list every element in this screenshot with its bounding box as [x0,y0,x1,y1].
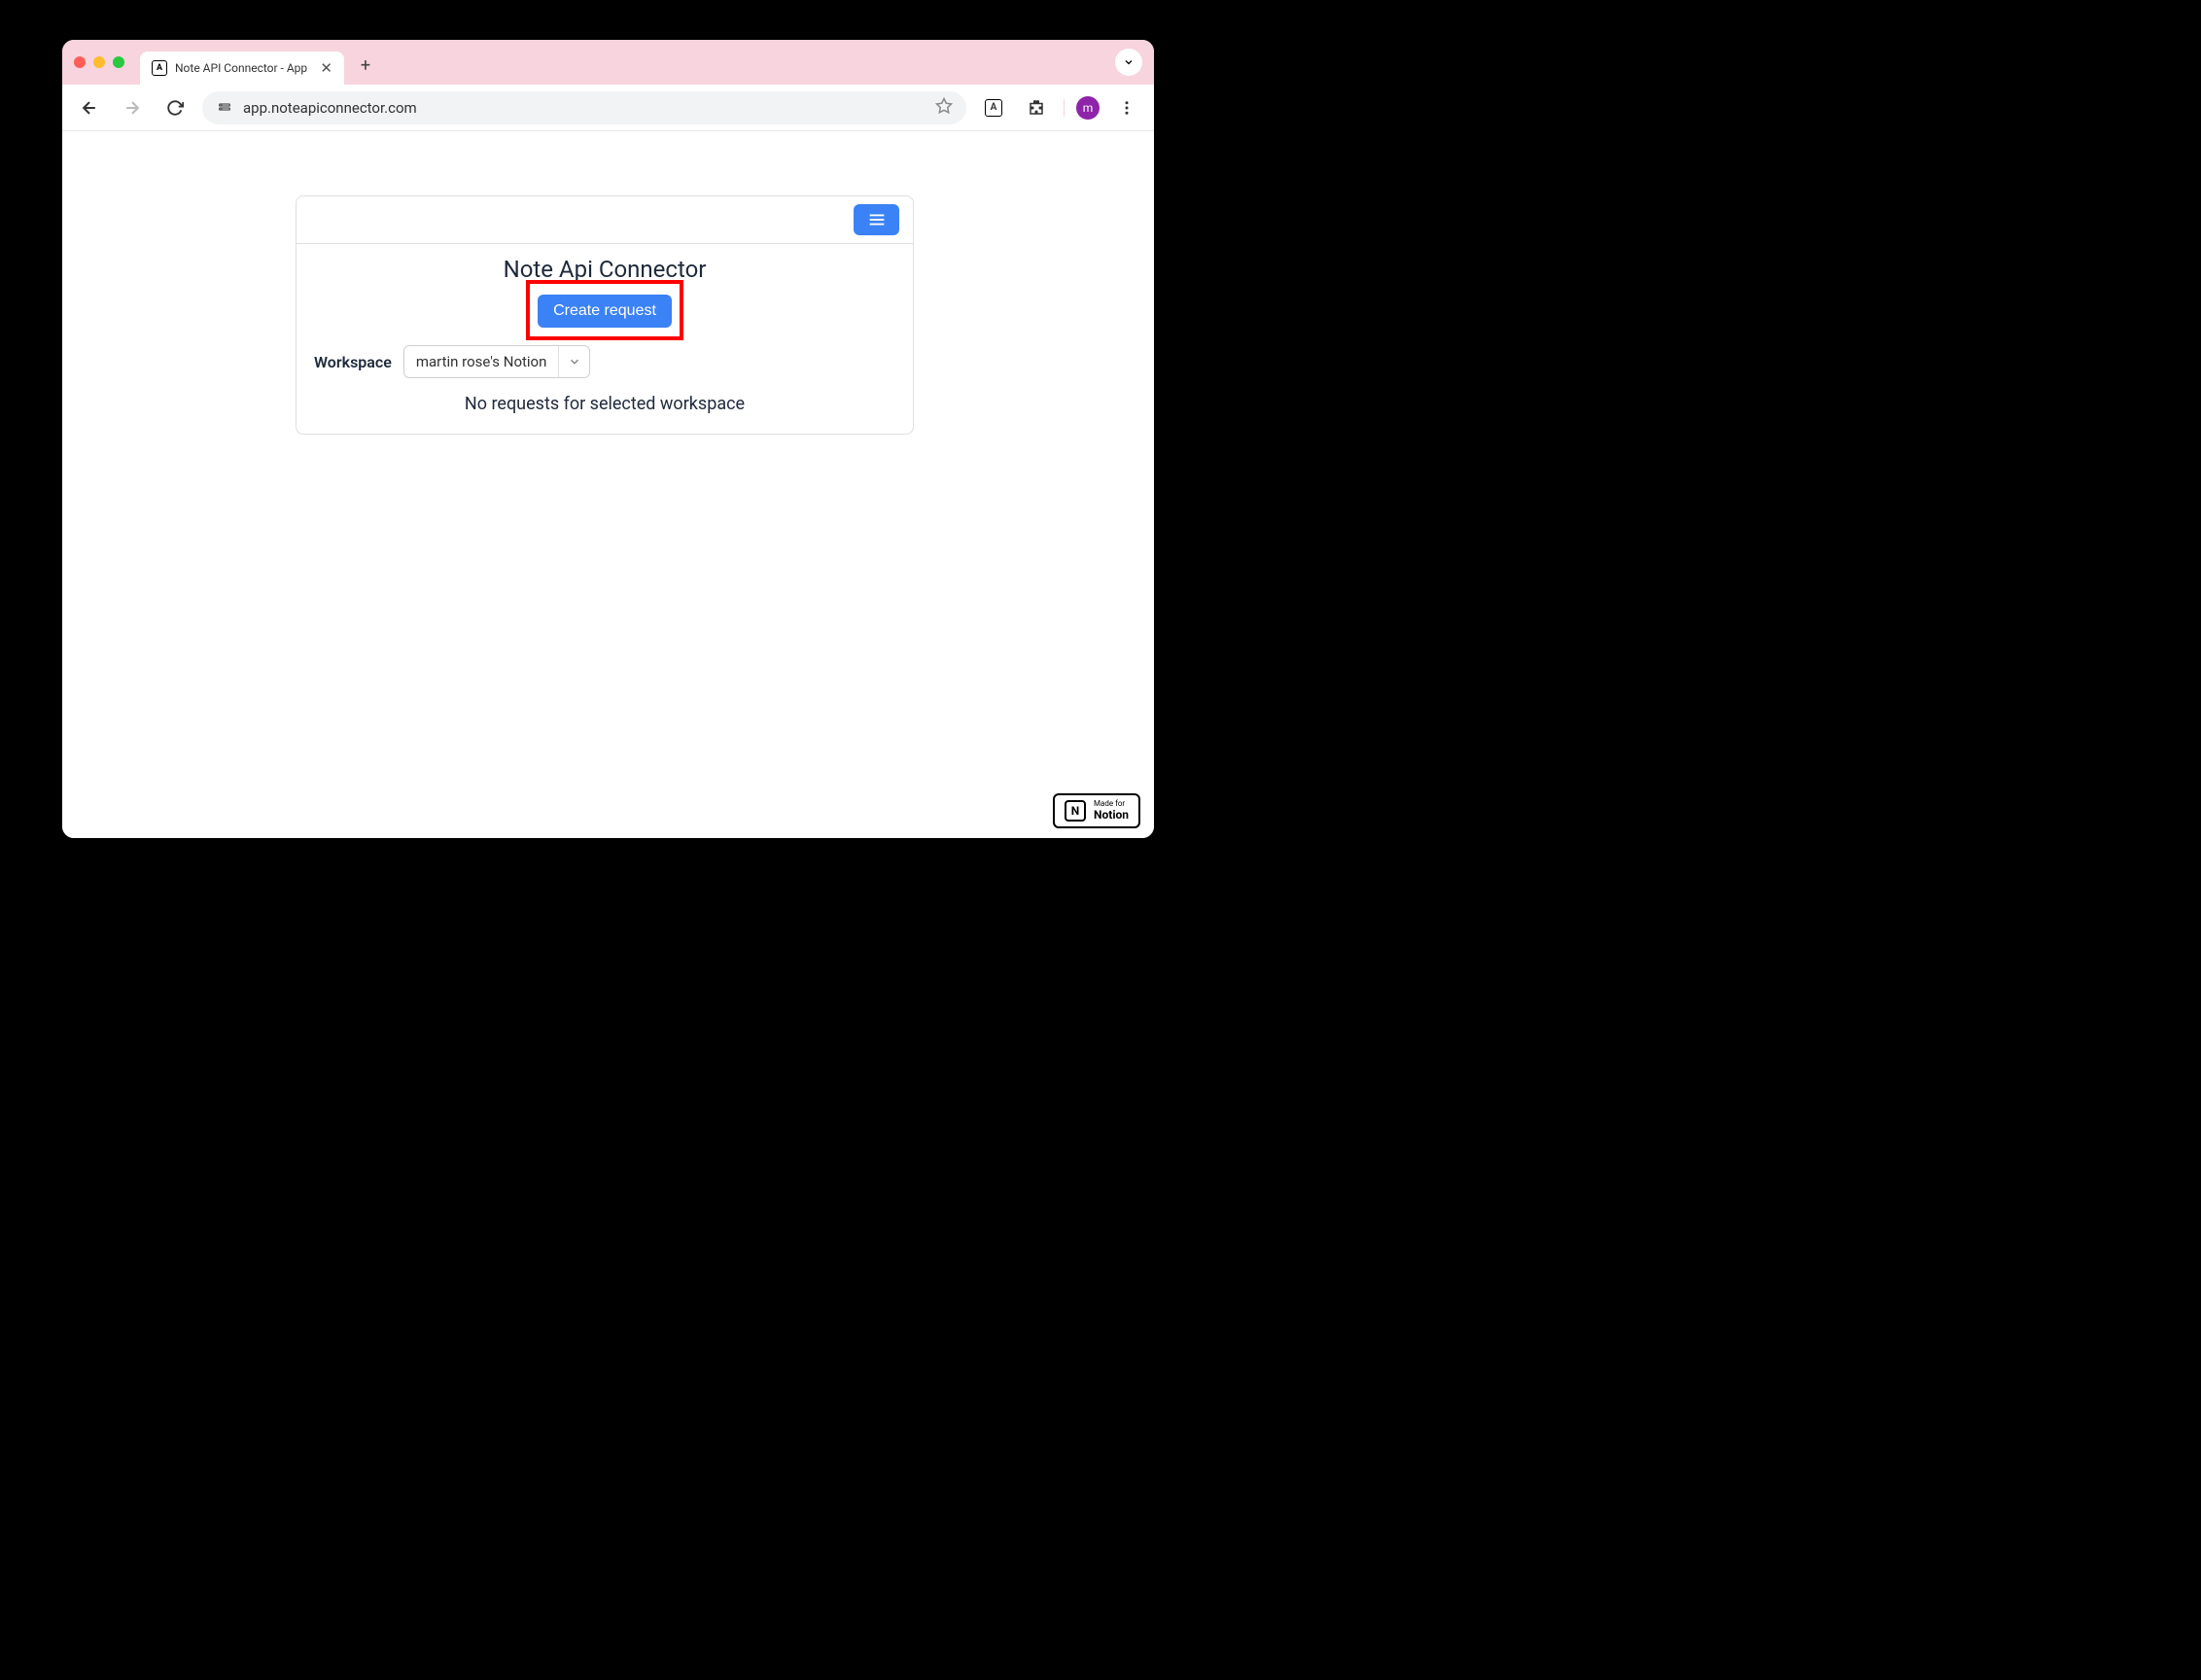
create-button-wrap: Create request [314,295,895,328]
notion-badge-text: Made for Notion [1094,800,1129,822]
extensions-puzzle-icon[interactable] [1021,92,1052,123]
extension-a-icon[interactable]: A [978,92,1009,123]
create-request-button[interactable]: Create request [538,295,672,328]
address-bar: app.noteapiconnector.com A m [62,85,1154,131]
workspace-row: Workspace martin rose's Notion [314,345,895,378]
close-tab-icon[interactable]: ✕ [320,59,332,77]
url-bar[interactable]: app.noteapiconnector.com [202,91,966,124]
new-tab-button[interactable]: + [352,52,379,79]
workspace-label: Workspace [314,353,392,371]
url-text: app.noteapiconnector.com [243,99,926,117]
minimize-window-button[interactable] [93,56,105,68]
page-content: Note Api Connector Create request Worksp… [62,131,1154,838]
browser-menu-icon[interactable] [1111,92,1142,123]
app-card: Note Api Connector Create request Worksp… [296,195,914,435]
workspace-select[interactable]: martin rose's Notion [403,345,591,378]
maximize-window-button[interactable] [113,56,124,68]
site-info-icon[interactable] [216,99,233,117]
profile-avatar[interactable]: m [1076,96,1100,120]
tab-title: Note API Connector - App [175,61,312,75]
back-button[interactable] [74,92,105,123]
app-card-body: Note Api Connector Create request Worksp… [297,244,913,434]
window-controls [74,56,124,68]
reload-button[interactable] [159,92,191,123]
workspace-selected-value: martin rose's Notion [404,353,559,370]
browser-tab[interactable]: A Note API Connector - App ✕ [140,52,344,85]
browser-window: A Note API Connector - App ✕ + app.notea… [62,40,1154,838]
close-window-button[interactable] [74,56,86,68]
notion-badge-big-text: Notion [1094,809,1129,822]
tab-bar: A Note API Connector - App ✕ + [62,40,1154,85]
app-title: Note Api Connector [314,256,895,283]
chevron-down-icon [558,346,589,377]
menu-toggle-button[interactable] [854,204,899,235]
made-for-notion-badge[interactable]: N Made for Notion [1053,793,1140,828]
app-card-header [297,196,913,244]
forward-button[interactable] [117,92,148,123]
toolbar-divider [1064,99,1065,117]
bookmark-star-icon[interactable] [935,97,953,119]
notion-logo-icon: N [1065,800,1086,822]
tab-search-button[interactable] [1115,49,1142,76]
empty-state-message: No requests for selected workspace [314,394,895,414]
tab-favicon-icon: A [152,60,167,76]
